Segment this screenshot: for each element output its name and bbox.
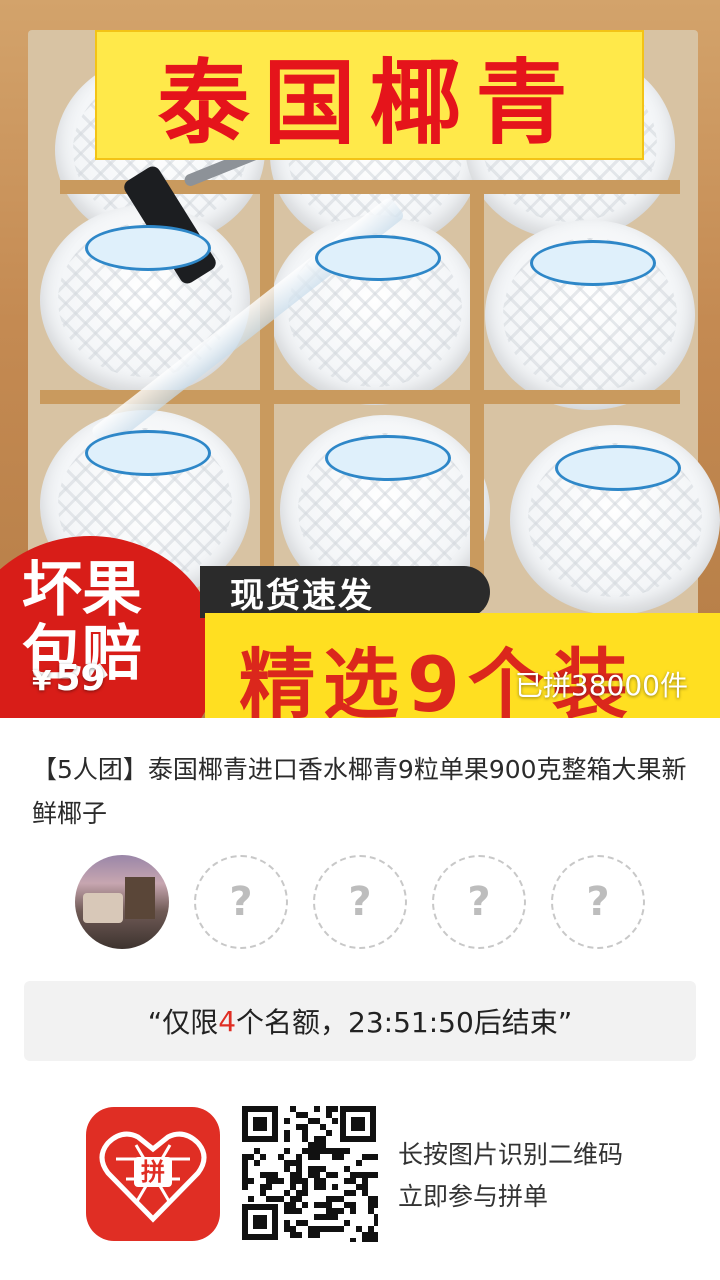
empty-slot: ? — [432, 855, 526, 949]
scan-instructions: 长按图片识别二维码 立即参与拼单 — [398, 1134, 623, 1218]
scan-line-1: 长按图片识别二维码 — [398, 1140, 624, 1169]
question-icon: ? — [586, 879, 610, 925]
shipping-tag-text: 现货速发 — [230, 575, 374, 616]
quota-notice: “仅限 4 个名额，23:51:50后结束” — [24, 981, 696, 1061]
question-icon: ? — [467, 879, 491, 925]
box-divider — [260, 180, 274, 610]
avatar[interactable] — [75, 855, 169, 949]
empty-slot: ? — [313, 855, 407, 949]
group-members: ? ? ? ? — [75, 855, 675, 953]
shipping-tag: 现货速发 — [200, 566, 490, 618]
question-icon: ? — [229, 879, 253, 925]
empty-slot: ? — [194, 855, 288, 949]
notice-suffix: 个名额，23:51:50后结束” — [236, 1006, 573, 1039]
coconut — [485, 220, 695, 410]
product-title: 【5人团】泰国椰青进口香水椰青9粒单果900克整箱大果新鲜椰子 — [32, 755, 687, 828]
price-value: 59 — [55, 658, 106, 699]
notice-count: 4 — [218, 1004, 237, 1038]
currency-symbol: ¥ — [32, 664, 52, 697]
product-image[interactable]: 泰国椰青 坏果包赔 现货速发 精选9个装 ¥59 已拼38000件 — [0, 0, 720, 718]
qr-code[interactable] — [240, 1104, 380, 1244]
scan-line-2: 立即参与拼单 — [398, 1182, 549, 1211]
coconut — [270, 215, 480, 405]
question-icon: ? — [348, 879, 372, 925]
sold-count: 已拼38000件 — [514, 669, 688, 702]
logo-text: 拼 — [141, 1158, 165, 1186]
coconut — [40, 205, 250, 395]
empty-slot: ? — [551, 855, 645, 949]
price: ¥59 — [32, 658, 106, 699]
product-banner: 泰国椰青 — [95, 30, 644, 160]
coconut — [510, 425, 720, 615]
pinduoduo-logo: 拼 — [86, 1107, 220, 1241]
banner-title: 泰国椰青 — [157, 49, 582, 157]
notice-prefix: “仅限 — [147, 1006, 219, 1039]
box-divider — [470, 180, 484, 610]
